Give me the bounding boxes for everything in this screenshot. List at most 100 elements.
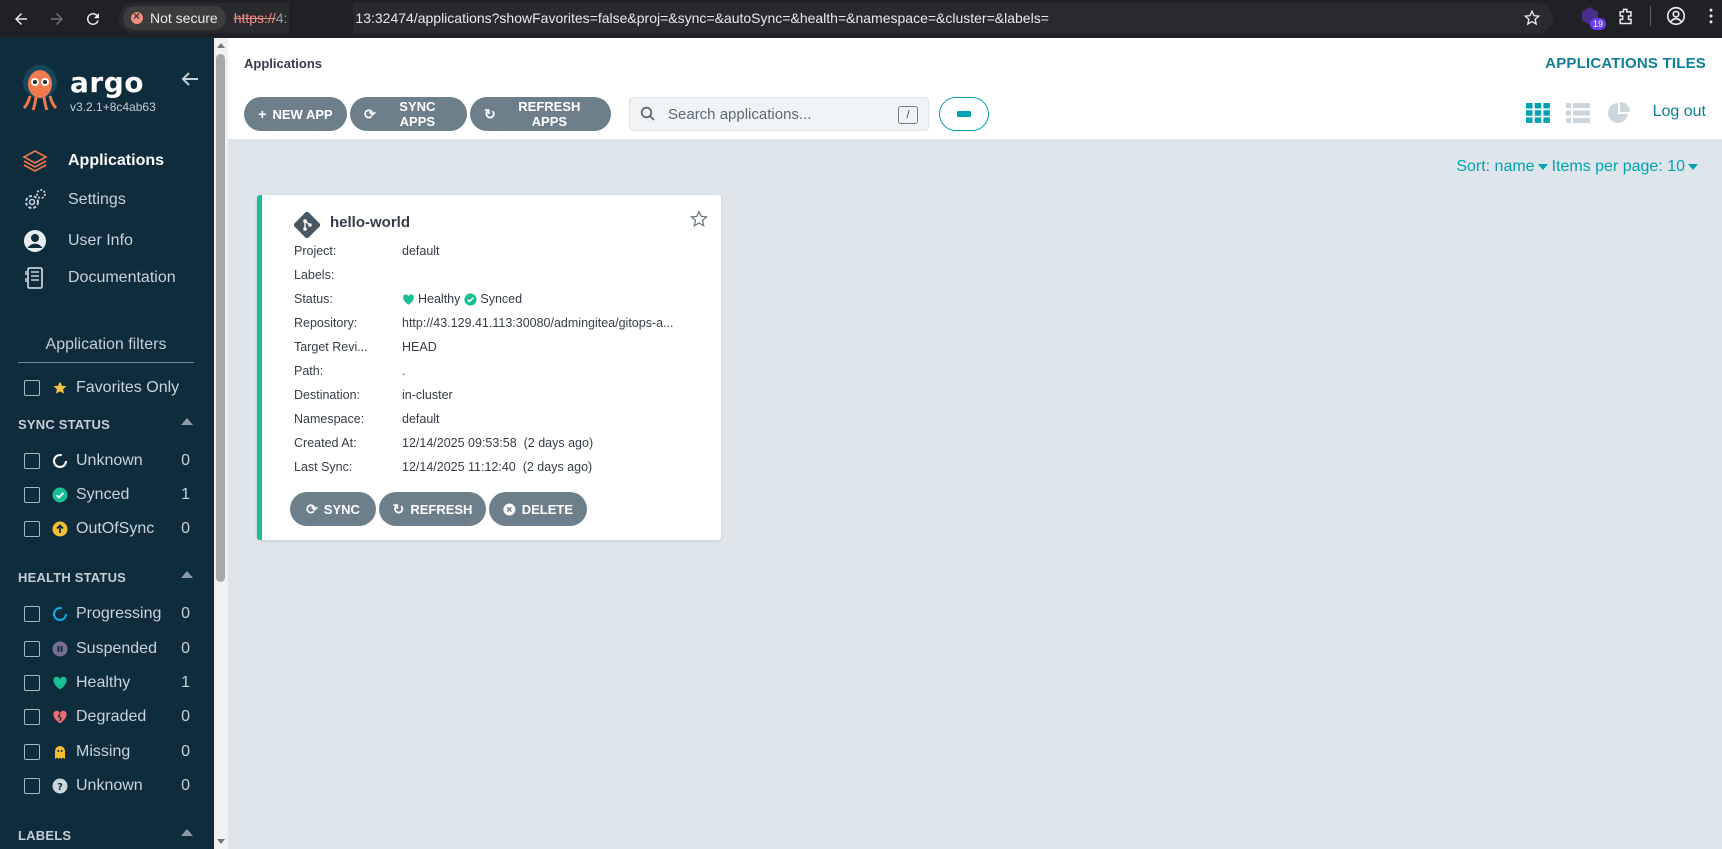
not-secure-chip[interactable]: Not secure <box>123 6 226 30</box>
favorite-star-icon[interactable] <box>689 209 709 229</box>
profile-icon[interactable] <box>1665 5 1687 27</box>
sync-apps-label: SYNC APPS <box>399 99 436 129</box>
field-value: in-cluster <box>402 388 453 402</box>
filter-bar-icon <box>957 111 971 117</box>
filter-checkbox[interactable] <box>24 778 40 794</box>
filters-toggle-button[interactable] <box>939 97 989 131</box>
sync-apps-button[interactable]: ⟳ SYNC APPS <box>350 97 467 131</box>
sidebar-item-applications[interactable]: Applications <box>22 146 164 176</box>
scroll-down-arrow-icon[interactable] <box>217 839 225 844</box>
field-value[interactable]: http://43.129.41.113:30080/admingitea/gi… <box>402 316 694 330</box>
favorites-only-filter[interactable]: Favorites Only <box>24 377 190 399</box>
health-filter-unknown[interactable]: ? Unknown 0 <box>24 775 190 797</box>
field-key: Last Sync: <box>294 460 353 474</box>
extension-badge-icon[interactable]: 19 <box>1578 4 1606 30</box>
sync-filter-synced[interactable]: Synced 1 <box>24 484 190 506</box>
filter-checkbox[interactable] <box>24 521 40 537</box>
address-bar[interactable]: Not secure https:// 4: 13:32474/applicat… <box>119 3 1553 33</box>
scroll-up-arrow-icon[interactable] <box>217 43 225 48</box>
labels-collapse-icon[interactable] <box>181 829 193 836</box>
filter-label: OutOfSync <box>76 520 155 537</box>
sidebar-item-label: Settings <box>68 191 126 208</box>
warning-icon <box>131 9 143 24</box>
filter-label: Unknown <box>76 777 143 794</box>
field-value: Healthy Synced <box>402 292 694 306</box>
health-filter-progressing[interactable]: Progressing 0 <box>24 603 190 625</box>
app-name[interactable]: hello-world <box>330 214 410 231</box>
logout-link[interactable]: Log out <box>1653 103 1706 121</box>
sync-filter-unknown[interactable]: Unknown 0 <box>24 450 190 472</box>
sync-icon: ⟳ <box>364 105 376 122</box>
new-app-button[interactable]: + NEW APP <box>244 97 347 131</box>
sync-status-collapse-icon[interactable] <box>181 418 193 425</box>
app-tile[interactable]: hello-world Project: default Labels: Sta… <box>257 195 721 540</box>
field-value: 12/14/2025 11:12:40 (2 days ago) <box>402 460 593 474</box>
filter-checkbox[interactable] <box>24 641 40 657</box>
refresh-apps-button[interactable]: ↻ REFRESH APPS <box>470 97 611 131</box>
field-destination: Destination: in-cluster <box>294 386 694 404</box>
app-sync-button[interactable]: ⟳ SYNC <box>290 492 376 526</box>
health-filter-degraded[interactable]: Degraded 0 <box>24 706 190 728</box>
filter-checkbox[interactable] <box>24 675 40 691</box>
field-key: Namespace: <box>294 412 365 426</box>
url-host: 4: <box>275 10 288 26</box>
filter-checkbox[interactable] <box>24 606 40 622</box>
reload-icon[interactable] <box>78 4 108 34</box>
filter-checkbox[interactable] <box>24 709 40 725</box>
filter-checkbox[interactable] <box>24 744 40 760</box>
sync-label: SYNC <box>323 501 360 517</box>
health-filter-suspended[interactable]: Suspended 0 <box>24 638 190 660</box>
field-path: Path: . <box>294 362 694 380</box>
pause-circle-icon <box>52 641 68 657</box>
synced-check-icon <box>464 292 477 306</box>
field-status: Status: Healthy Synced <box>294 290 694 308</box>
filter-checkbox[interactable] <box>24 487 40 503</box>
filter-checkbox[interactable] <box>24 453 40 469</box>
scrollbar-thumb[interactable] <box>216 54 225 582</box>
health-filter-healthy[interactable]: Healthy 1 <box>24 672 190 694</box>
sidebar-item-documentation[interactable]: Documentation <box>22 263 176 293</box>
sidebar-item-user-info[interactable]: User Info <box>22 226 133 256</box>
health-filter-missing[interactable]: Missing 0 <box>24 741 190 763</box>
field-key: Status: <box>294 292 333 306</box>
favorites-checkbox[interactable] <box>24 380 40 396</box>
check-circle-icon <box>52 487 68 503</box>
refresh-label: REFRESH <box>410 501 473 517</box>
collapse-sidebar-icon[interactable] <box>180 70 200 88</box>
ghost-icon <box>52 744 68 760</box>
extensions-icon[interactable] <box>1616 6 1636 26</box>
healthy-heart-icon <box>403 293 414 305</box>
items-per-page-dropdown[interactable]: Items per page: 10 <box>1552 158 1702 175</box>
sidebar-item-settings[interactable]: Settings <box>22 185 126 215</box>
search-box[interactable]: / <box>629 97 929 131</box>
summary-pie-view-icon[interactable] <box>1606 101 1632 125</box>
filter-label: Synced <box>76 486 130 503</box>
sync-filter-outofsync[interactable]: OutOfSync 0 <box>24 518 190 540</box>
kebab-menu-icon[interactable] <box>1701 6 1721 26</box>
broken-heart-icon <box>52 709 68 725</box>
list-view-icon[interactable] <box>1565 101 1591 125</box>
tiles-view-icon[interactable] <box>1525 101 1551 125</box>
version-label: v3.2.1+8c4ab63 <box>70 100 156 114</box>
browser-chrome: Not secure https:// 4: 13:32474/applicat… <box>0 0 1722 38</box>
filter-count: 0 <box>181 640 190 657</box>
health-status-collapse-icon[interactable] <box>181 571 193 578</box>
sidebar-scrollbar[interactable] <box>214 38 228 849</box>
sync-status-text: Synced <box>480 292 523 306</box>
sort-label: Sort: name <box>1456 158 1535 175</box>
extension-count: 19 <box>1589 18 1606 30</box>
field-created-at: Created At: 12/14/2025 09:53:58 (2 days … <box>294 434 694 452</box>
search-input[interactable] <box>666 104 900 124</box>
page-title: Applications <box>244 56 323 71</box>
sort-dropdown[interactable]: Sort: name <box>1456 158 1551 175</box>
url-text: 13:32474/applications?showFavorites=fals… <box>355 10 1049 26</box>
chrome-divider <box>1650 6 1651 26</box>
question-circle-icon: ? <box>52 778 68 794</box>
bookmark-star-icon[interactable] <box>1523 9 1541 27</box>
app-refresh-button[interactable]: ↻ REFRESH <box>379 492 486 526</box>
back-icon[interactable] <box>6 4 36 34</box>
items-per-page-label: Items per page: 10 <box>1551 158 1685 175</box>
forward-icon[interactable] <box>42 4 72 34</box>
filter-count: 0 <box>181 743 190 760</box>
app-delete-button[interactable]: DELETE <box>489 492 587 526</box>
